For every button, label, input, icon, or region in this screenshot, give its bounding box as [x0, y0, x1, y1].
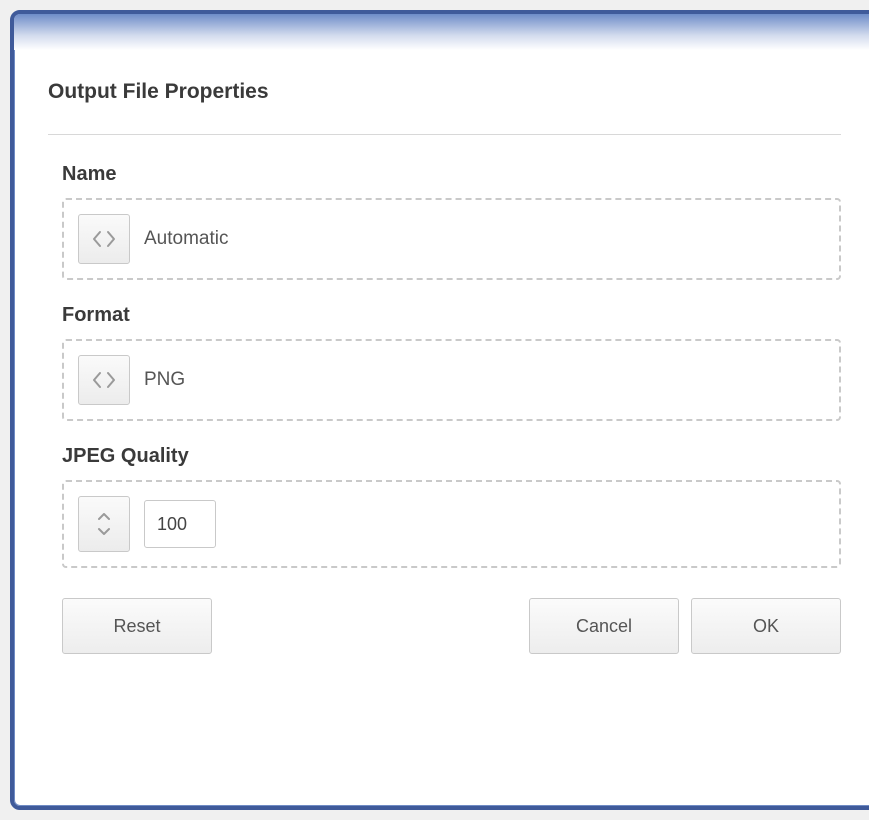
code-brackets-icon [92, 371, 116, 389]
name-code-button[interactable] [78, 214, 130, 264]
format-drop-area[interactable]: PNG [62, 339, 841, 421]
name-field-group: Name Automatic [48, 163, 841, 280]
dialog-content: Output File Properties Name Automatic Fo… [14, 50, 869, 674]
dialog-title: Output File Properties [48, 80, 841, 104]
name-label: Name [62, 163, 841, 186]
code-brackets-icon [92, 230, 116, 248]
jpeg-quality-input[interactable] [144, 500, 216, 548]
reset-button[interactable]: Reset [62, 598, 212, 654]
name-drop-area[interactable]: Automatic [62, 198, 841, 280]
format-code-button[interactable] [78, 355, 130, 405]
chevron-down-icon [97, 526, 111, 536]
jpeg-quality-drop-area[interactable] [62, 480, 841, 568]
jpeg-quality-label: JPEG Quality [62, 445, 841, 468]
jpeg-quality-spinner[interactable] [78, 496, 130, 552]
button-row: Reset Cancel OK [48, 598, 841, 654]
name-value: Automatic [144, 228, 228, 250]
format-label: Format [62, 304, 841, 327]
dialog-title-bar[interactable] [14, 14, 869, 50]
cancel-button[interactable]: Cancel [529, 598, 679, 654]
output-file-properties-dialog: Output File Properties Name Automatic Fo… [10, 10, 869, 810]
ok-button[interactable]: OK [691, 598, 841, 654]
divider [48, 134, 841, 135]
jpeg-quality-field-group: JPEG Quality [48, 445, 841, 568]
format-value: PNG [144, 369, 185, 391]
chevron-up-icon [97, 512, 111, 522]
format-field-group: Format PNG [48, 304, 841, 421]
